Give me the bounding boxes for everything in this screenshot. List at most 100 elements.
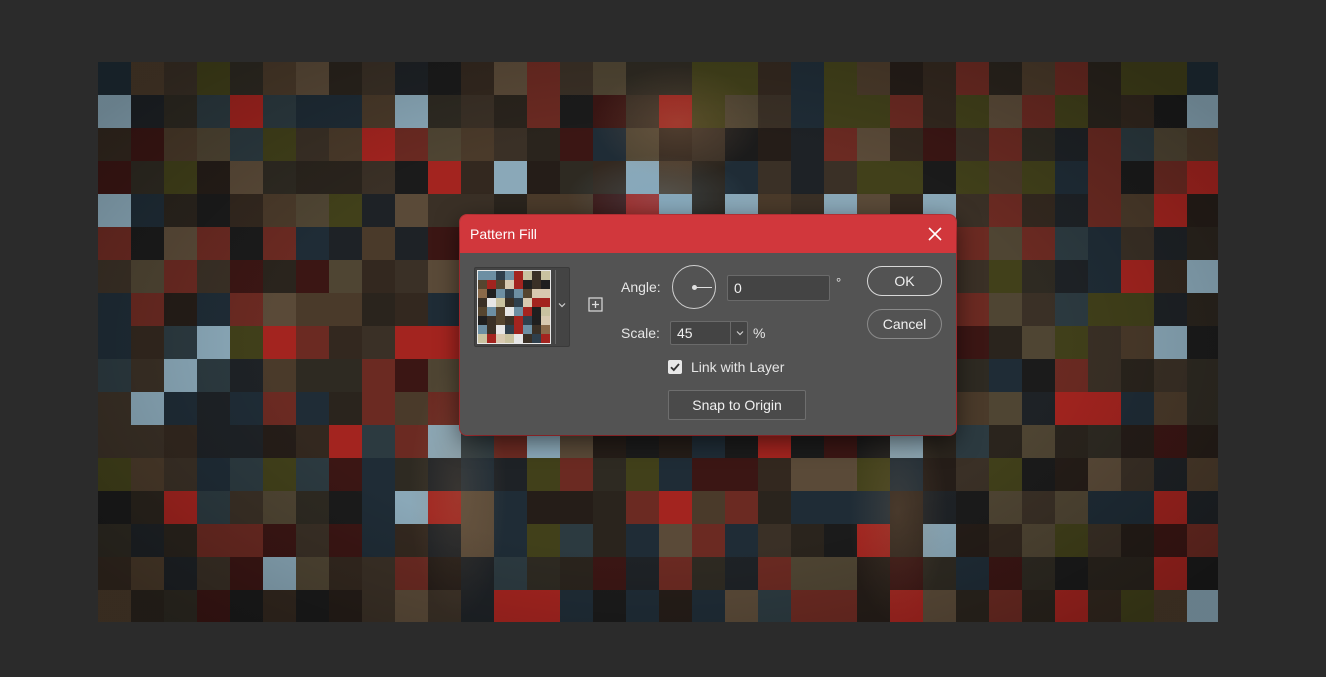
chevron-down-icon [736,331,743,336]
mosaic-tile [428,326,461,359]
mosaic-tile [758,524,791,557]
mosaic-tile [329,326,362,359]
mosaic-tile [1088,392,1121,425]
scale-dropdown-button[interactable] [730,322,748,344]
mosaic-tile [296,458,329,491]
mosaic-tile [1055,161,1088,194]
close-icon [928,227,942,241]
mosaic-tile [791,590,824,622]
mosaic-tile [725,491,758,524]
mosaic-tile [626,524,659,557]
mosaic-tile [560,524,593,557]
mosaic-tile [1022,590,1055,622]
angle-input[interactable]: 0 [727,275,830,301]
pattern-swatch-tile [505,316,514,325]
close-button[interactable] [914,215,956,253]
mosaic-tile [527,128,560,161]
dialog-title: Pattern Fill [470,226,537,242]
mosaic-tile [1187,491,1218,524]
pattern-swatch-tile [505,271,514,280]
new-preset-icon[interactable] [588,297,603,312]
pattern-fill-dialog: Pattern Fill Angle: 0 ° Scale: 45 % Link… [460,215,956,435]
picker-divider [555,270,556,344]
mosaic-tile [428,293,461,326]
mosaic-tile [230,128,263,161]
mosaic-tile [593,491,626,524]
scale-combobox[interactable]: 45 [670,321,748,345]
mosaic-tile [1055,557,1088,590]
mosaic-tile [131,458,164,491]
mosaic-tile [1121,359,1154,392]
mosaic-tile [98,326,131,359]
mosaic-tile [1088,491,1121,524]
mosaic-tile [362,524,395,557]
mosaic-tile [626,95,659,128]
mosaic-tile [1121,590,1154,622]
pattern-swatch-tile [496,298,505,307]
mosaic-tile [1154,524,1187,557]
mosaic-tile [725,524,758,557]
link-with-layer-checkbox[interactable] [668,360,682,374]
mosaic-tile [1055,326,1088,359]
mosaic-tile [1187,326,1218,359]
mosaic-tile [956,227,989,260]
angle-dial[interactable] [672,265,716,309]
mosaic-tile [1055,62,1088,95]
mosaic-tile [1088,194,1121,227]
mosaic-tile [164,62,197,95]
mosaic-tile [296,491,329,524]
mosaic-tile [1121,260,1154,293]
dialog-titlebar[interactable]: Pattern Fill [460,215,956,253]
mosaic-tile [230,95,263,128]
mosaic-tile [428,392,461,425]
mosaic-tile [1154,260,1187,293]
mosaic-tile [263,293,296,326]
mosaic-tile [197,293,230,326]
mosaic-tile [197,557,230,590]
mosaic-tile [1088,557,1121,590]
mosaic-tile [461,95,494,128]
mosaic-tile [692,458,725,491]
mosaic-tile [461,161,494,194]
mosaic-tile [395,326,428,359]
mosaic-tile [956,524,989,557]
snap-to-origin-button[interactable]: Snap to Origin [668,390,806,420]
pattern-swatch-tile [541,298,550,307]
mosaic-tile [1022,458,1055,491]
mosaic-tile [230,458,263,491]
pattern-swatch-tile [496,271,505,280]
pattern-swatch-tile [487,271,496,280]
mosaic-tile [527,161,560,194]
mosaic-tile [989,62,1022,95]
mosaic-tile [593,557,626,590]
mosaic-tile [1154,458,1187,491]
mosaic-tile [824,590,857,622]
mosaic-tile [890,458,923,491]
mosaic-tile [329,359,362,392]
mosaic-tile [230,491,263,524]
mosaic-tile [395,128,428,161]
mosaic-tile [494,590,527,622]
mosaic-tile [428,95,461,128]
mosaic-tile [659,590,692,622]
mosaic-tile [230,227,263,260]
ok-button[interactable]: OK [867,266,942,296]
mosaic-tile [263,425,296,458]
mosaic-tile [1055,524,1088,557]
mosaic-tile [857,524,890,557]
cancel-button[interactable]: Cancel [867,309,942,339]
pattern-picker[interactable] [474,267,570,347]
mosaic-tile [164,161,197,194]
mosaic-tile [1055,359,1088,392]
link-with-layer-label[interactable]: Link with Layer [691,359,784,375]
pattern-swatch-tile [523,289,532,298]
mosaic-tile [890,491,923,524]
mosaic-tile [1055,128,1088,161]
mosaic-tile [296,161,329,194]
mosaic-tile [989,491,1022,524]
pattern-swatch-tile [532,280,541,289]
mosaic-tile [296,326,329,359]
pattern-swatch-tile [505,307,514,316]
mosaic-tile [725,161,758,194]
mosaic-tile [329,425,362,458]
